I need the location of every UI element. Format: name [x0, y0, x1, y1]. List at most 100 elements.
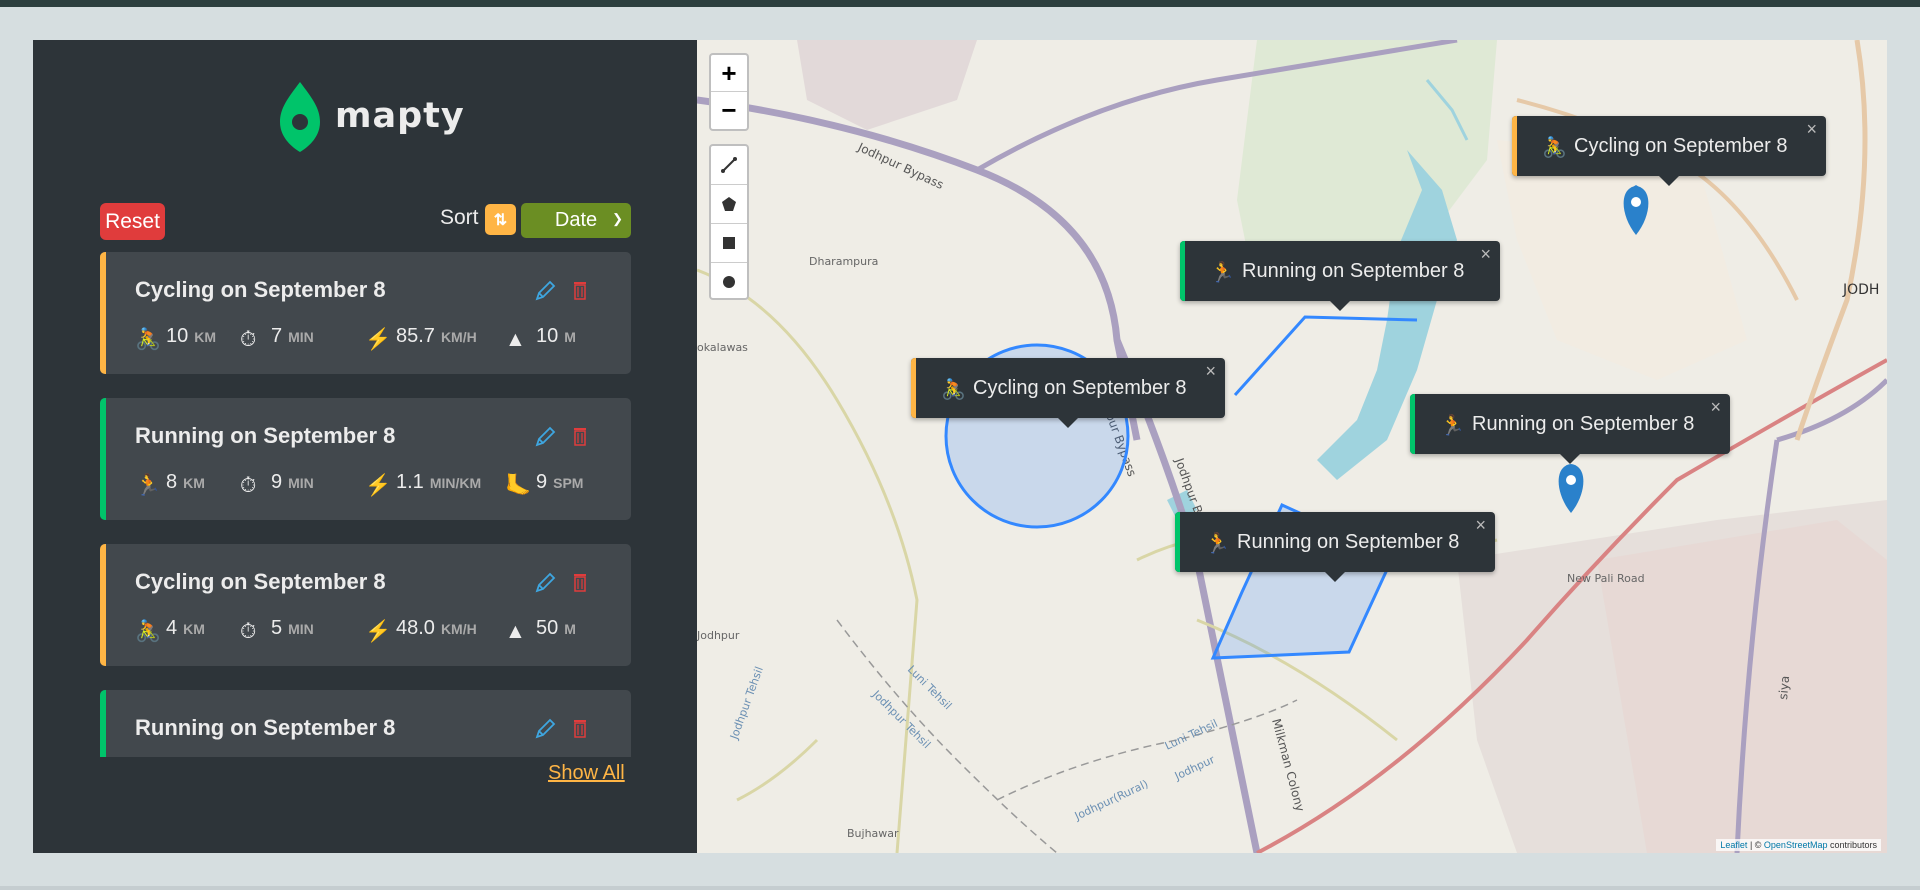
elevation-icon: ▲ — [505, 328, 526, 351]
bottom-strip — [0, 886, 1920, 890]
pace-detail: ⚡ 1.1 MIN/KM — [365, 470, 482, 497]
polyline-icon — [721, 157, 737, 173]
duration-detail: ⏱ 7 MIN — [240, 324, 314, 351]
sort-label: Sort — [440, 206, 479, 229]
popup-label: Running on September 8 — [1242, 259, 1465, 282]
draw-circle-button[interactable] — [711, 263, 747, 301]
elevation-value: 50 — [536, 617, 559, 639]
workout-item[interactable]: Cycling on September 8 🚴 10 KM ⏱ 7 MIN ⚡ 85.7… — [100, 252, 631, 374]
delete-icon[interactable] — [573, 280, 587, 300]
zoom-out-button[interactable]: − — [711, 92, 747, 129]
popup-tip — [1330, 301, 1350, 311]
footprint-icon: 🦶 — [505, 474, 532, 497]
duration-detail: ⏱ 9 MIN — [240, 470, 314, 497]
place-label: Jodhpur — [697, 629, 740, 642]
workout-popup[interactable]: 🏃 Running on September 8 × — [1175, 512, 1495, 582]
pace-unit: MIN/KM — [429, 475, 482, 491]
popup-tip — [1325, 572, 1345, 582]
zoom-in-button[interactable]: + — [711, 55, 747, 92]
workout-popup[interactable]: 🏃 Running on September 8 × — [1180, 241, 1500, 311]
reset-button[interactable]: Reset — [100, 203, 165, 240]
duration-value: 5 — [271, 617, 283, 639]
duration-unit: MIN — [288, 329, 314, 345]
workout-title: Cycling on September 8 — [135, 569, 386, 594]
workout-popup[interactable]: 🚴 Cycling on September 8 × — [1512, 116, 1826, 186]
workout-list: Cycling on September 8 🚴 10 KM ⏱ 7 MIN ⚡ 85.7… — [100, 252, 631, 757]
stopwatch-icon: ⏱ — [240, 474, 257, 497]
workout-item[interactable]: Cycling on September 8 🚴 4 KM ⏱ 5 MIN ⚡ 48.0 K… — [100, 544, 631, 666]
cyclist-icon: 🚴 — [1542, 137, 1567, 159]
popup-type-stripe — [1410, 394, 1415, 454]
workout-item[interactable]: Running on September 8 — [100, 690, 631, 757]
place-label: New Pali Road — [1567, 572, 1645, 585]
elevation-unit: M — [564, 329, 576, 345]
workout-title: Running on September 8 — [135, 715, 396, 740]
close-icon[interactable]: × — [1806, 119, 1817, 140]
cadence-value: 9 — [536, 471, 548, 493]
draw-polygon-button[interactable] — [711, 185, 747, 224]
runner-icon: 🏃 — [1440, 415, 1465, 437]
delete-icon[interactable] — [573, 572, 587, 592]
map[interactable]: Jodhpur Bypass Dharampura okalawas JODH … — [697, 40, 1887, 853]
popup-tip — [1560, 454, 1580, 464]
workout-type-stripe — [100, 252, 106, 374]
duration-detail: ⏱ 5 MIN — [240, 616, 314, 643]
elevation-icon: ▲ — [505, 620, 526, 643]
workout-type-stripe — [100, 398, 106, 520]
duration-value: 9 — [271, 471, 283, 493]
duration-value: 7 — [271, 325, 283, 347]
place-label: JODH — [1842, 282, 1879, 298]
leaflet-link[interactable]: Leaflet — [1720, 840, 1747, 850]
speed-detail: ⚡ 85.7 KM/H — [365, 324, 477, 351]
delete-icon[interactable] — [573, 426, 587, 446]
show-all-link[interactable]: Show All — [548, 762, 625, 785]
edit-icon[interactable] — [534, 280, 556, 302]
zoom-control: + − — [709, 53, 749, 131]
chevron-down-icon: ❯ — [612, 211, 623, 226]
place-label: Dharampura — [809, 255, 878, 268]
popup-label: Running on September 8 — [1237, 530, 1460, 553]
sort-select-value: Date — [554, 209, 598, 231]
place-label: siya — [1776, 675, 1792, 700]
top-bar — [0, 0, 1920, 7]
distance-detail: 🏃 8 KM — [135, 470, 205, 497]
logo-text: mapty — [335, 96, 465, 136]
distance-unit: KM — [183, 475, 205, 491]
distance-detail: 🚴 4 KM — [135, 616, 205, 643]
popup-label: Cycling on September 8 — [973, 376, 1187, 399]
sort-select[interactable]: Date ❯ — [521, 203, 631, 238]
map-attribution: Leaflet | © OpenStreetMap contributors — [1716, 839, 1881, 851]
elevation-value: 10 — [536, 325, 559, 347]
polygon-icon — [722, 197, 736, 211]
elevation-detail: ▲ 50 M — [505, 616, 576, 643]
speed-unit: KM/H — [440, 329, 477, 345]
edit-icon[interactable] — [534, 572, 556, 594]
draw-rectangle-button[interactable] — [711, 224, 747, 263]
close-icon[interactable]: × — [1480, 244, 1491, 265]
edit-icon[interactable] — [534, 426, 556, 448]
delete-icon[interactable] — [573, 718, 587, 738]
duration-unit: MIN — [288, 621, 314, 637]
distance-value: 8 — [166, 471, 178, 493]
workout-popup[interactable]: 🏃 Running on September 8 × — [1410, 394, 1730, 464]
sort-order-toggle-button[interactable]: ⇅ — [485, 204, 516, 235]
stopwatch-icon: ⏱ — [240, 328, 257, 351]
close-icon[interactable]: × — [1475, 515, 1486, 536]
distance-value: 10 — [166, 325, 189, 347]
runner-icon: 🏃 — [135, 474, 162, 497]
elevation-detail: ▲ 10 M — [505, 324, 576, 351]
popup-type-stripe — [1512, 116, 1517, 176]
workout-title: Cycling on September 8 — [135, 277, 386, 302]
close-icon[interactable]: × — [1710, 397, 1721, 418]
duration-unit: MIN — [288, 475, 314, 491]
popup-label: Cycling on September 8 — [1574, 134, 1788, 157]
workout-item[interactable]: Running on September 8 🏃 8 KM ⏱ 9 MIN ⚡ 1.1 MI… — [100, 398, 631, 520]
close-icon[interactable]: × — [1205, 361, 1216, 382]
cyclist-icon: 🚴 — [135, 620, 162, 643]
edit-icon[interactable] — [534, 718, 556, 740]
speed-value: 48.0 — [396, 617, 435, 639]
map-pin-logo-icon — [280, 82, 320, 152]
draw-polyline-button[interactable] — [711, 146, 747, 185]
workout-popup[interactable]: 🚴 Cycling on September 8 × — [911, 358, 1225, 428]
osm-link[interactable]: OpenStreetMap — [1764, 840, 1828, 850]
